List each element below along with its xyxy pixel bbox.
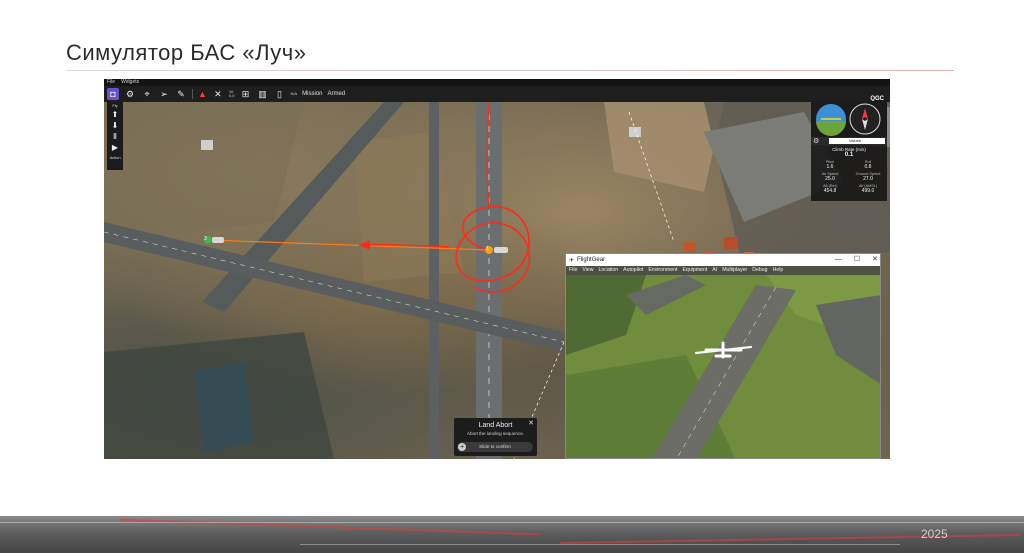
fly-button[interactable]: ➢ bbox=[158, 88, 170, 100]
fg-menu-help[interactable]: Help bbox=[773, 266, 784, 275]
fg-scene-drawing bbox=[566, 275, 880, 458]
pause-icon[interactable]: Ⅱ bbox=[113, 133, 117, 141]
telemetry-grid: Pitch 1.6 Roll 0.8 Air Speed 25.0 Ground Sp… bbox=[811, 160, 887, 194]
slide-title: Симулятор БАС «Луч» bbox=[66, 40, 307, 65]
battery-icon[interactable]: ▯ bbox=[273, 88, 285, 100]
waypoint-icon: ⌖ bbox=[144, 88, 150, 99]
close-icon[interactable]: ✕ bbox=[872, 254, 878, 266]
title-divider bbox=[66, 70, 954, 71]
telemetry-value: 454.8 bbox=[823, 188, 837, 194]
slide-year: 2025 bbox=[921, 527, 948, 541]
window-controls: — ☐ ✕ bbox=[835, 254, 878, 266]
flightgear-window: ✈ FlightGear — ☐ ✕ File View Location Au… bbox=[565, 253, 881, 459]
paper-plane-icon: ➢ bbox=[160, 88, 168, 99]
rc-signal-icon[interactable]: ⊞ bbox=[239, 88, 251, 100]
flightgear-menubar: File View Location Autopilot Environment… bbox=[566, 266, 880, 275]
menu-widgets[interactable]: Widgets bbox=[121, 79, 139, 86]
fg-menu-file[interactable]: File bbox=[569, 266, 577, 275]
instrument-drawing bbox=[811, 101, 887, 137]
climb-rate-value: 0.1 bbox=[844, 152, 854, 158]
slider-knob-icon[interactable]: ➜ bbox=[458, 443, 466, 451]
slide-to-confirm[interactable]: ➜ Slide to confirm bbox=[457, 442, 533, 452]
maximize-icon[interactable]: ☐ bbox=[854, 254, 860, 266]
toolbar-divider bbox=[192, 89, 193, 99]
battery-value: N/A bbox=[290, 91, 298, 96]
telemetry-value: 499.0 bbox=[861, 188, 875, 194]
fg-menu-equipment[interactable]: Equipment bbox=[682, 266, 707, 275]
flightgear-title: FlightGear bbox=[577, 257, 606, 263]
land-icon[interactable]: ⬇ bbox=[112, 122, 119, 130]
fg-menu-location[interactable]: Location bbox=[599, 266, 619, 275]
footer-band bbox=[0, 516, 1024, 553]
analyze-icon: ✎ bbox=[177, 88, 185, 99]
land-abort-toast: ✕ Land Abort Abort the landing sequence.… bbox=[454, 418, 537, 456]
gps-readout: 10 0.0 bbox=[229, 90, 235, 98]
qgc-menubar: File Widgets bbox=[104, 79, 890, 86]
footer-streak bbox=[560, 533, 1020, 545]
flightgear-titlebar: ✈ FlightGear — ☐ ✕ bbox=[566, 254, 880, 266]
telemetry-item: Pitch 1.6 bbox=[811, 160, 849, 170]
telemetry-value: 1.6 bbox=[826, 164, 834, 170]
climb-rate: Climb Rate (m/s) 0.1 bbox=[811, 147, 887, 158]
fly-tools-title: Fly bbox=[112, 103, 118, 108]
analyze-button[interactable]: ✎ bbox=[175, 88, 187, 100]
telemetry-item: Alt (Rel) 454.8 bbox=[811, 184, 849, 194]
telemetry-value: 0.8 bbox=[864, 164, 872, 170]
qgc-logo-icon: ◘ bbox=[110, 89, 116, 99]
close-icon[interactable]: ✕ bbox=[528, 419, 534, 427]
gear-icon: ⚙ bbox=[125, 88, 135, 99]
vehicle-setup-button[interactable]: ⚙ bbox=[124, 88, 136, 100]
slide: Симулятор БАС «Луч» File Widgets ◘ ⚙ ⌖ ➢… bbox=[0, 0, 1024, 553]
telemetry-signal-icon[interactable]: ▥ bbox=[256, 88, 268, 100]
waypoint-3-label[interactable]: 3 bbox=[204, 236, 207, 242]
telemetry-item: Roll 0.8 bbox=[849, 160, 887, 170]
fg-menu-view[interactable]: View bbox=[582, 266, 593, 275]
flightgear-scene[interactable] bbox=[566, 275, 880, 458]
flightgear-app-icon: ✈ bbox=[569, 257, 575, 264]
waypoint-1-label[interactable]: 1 bbox=[486, 246, 489, 252]
flight-mode[interactable]: Mission bbox=[302, 91, 322, 97]
takeoff-icon[interactable]: ⬆ bbox=[112, 111, 119, 119]
telemetry-header: ⚙ Values bbox=[811, 137, 887, 145]
plan-button[interactable]: ⌖ bbox=[141, 88, 153, 100]
minimize-icon[interactable]: — bbox=[835, 254, 842, 266]
fly-tools-panel: Fly ⬆ ⬇ Ⅱ ▶ Action bbox=[107, 102, 123, 170]
fg-menu-ai[interactable]: AI bbox=[712, 266, 717, 275]
fg-menu-autopilot[interactable]: Autopilot bbox=[623, 266, 643, 275]
footer-streak bbox=[300, 544, 900, 545]
telemetry-value: 25.0 bbox=[825, 176, 835, 182]
warning-icon[interactable]: ▲ bbox=[198, 89, 207, 99]
play-icon[interactable]: ▶ bbox=[112, 144, 118, 152]
qgc-toolbar: ◘ ⚙ ⌖ ➢ ✎ ▲ ✕ 10 0.0 ⊞ ▥ ▯ N/A Mission A… bbox=[104, 86, 890, 102]
telemetry-item: Alt (AMSL) 499.0 bbox=[849, 184, 887, 194]
armed-status[interactable]: Armed bbox=[328, 91, 346, 97]
qgc-window: File Widgets ◘ ⚙ ⌖ ➢ ✎ ▲ ✕ 10 0.0 ⊞ ▥ ▯ … bbox=[104, 79, 890, 459]
telemetry-item: Air Speed 25.0 bbox=[811, 172, 849, 182]
gear-icon[interactable]: ⚙ bbox=[813, 137, 819, 145]
menu-file[interactable]: File bbox=[107, 79, 115, 86]
fg-menu-environment[interactable]: Environment bbox=[648, 266, 677, 275]
telemetry-item: Ground Speed 27.0 bbox=[849, 172, 887, 182]
toast-subtitle: Abort the landing sequence. bbox=[466, 431, 525, 436]
fg-menu-debug[interactable]: Debug bbox=[752, 266, 767, 275]
telemetry-value: 27.0 bbox=[863, 176, 873, 182]
qgc-home-button[interactable]: ◘ bbox=[107, 88, 119, 100]
action-label[interactable]: Action bbox=[109, 155, 120, 160]
telemetry-selector[interactable]: Values bbox=[829, 138, 885, 144]
toast-title: Land Abort bbox=[478, 422, 513, 429]
fg-menu-multiplayer[interactable]: Multiplayer bbox=[722, 266, 747, 275]
attitude-compass-widget bbox=[811, 101, 887, 137]
footer-streak bbox=[0, 522, 1024, 523]
telemetry-panel: ⚙ Values Climb Rate (m/s) 0.1 Pitch 1.6 R… bbox=[811, 137, 887, 201]
satellite-icon[interactable]: ✕ bbox=[212, 88, 224, 100]
slider-label: Slide to confirm bbox=[479, 444, 511, 449]
gps-hdop: 0.0 bbox=[228, 93, 235, 98]
